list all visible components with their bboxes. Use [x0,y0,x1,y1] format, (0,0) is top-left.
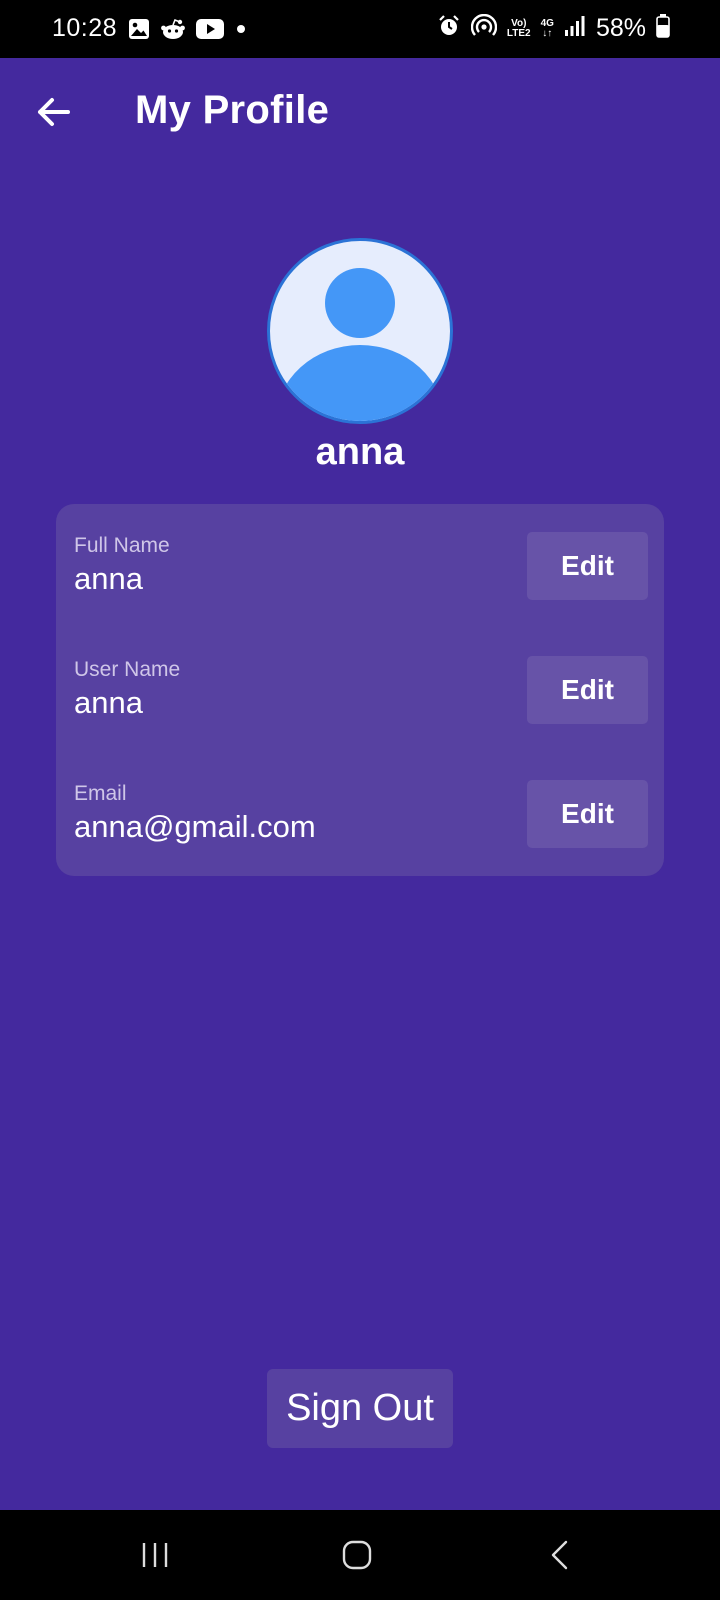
battery-percent: 58% [595,14,646,42]
system-nav-bar [0,1510,720,1600]
field-value: anna [74,561,143,596]
reddit-icon [160,18,186,45]
edit-email-button[interactable]: Edit [527,780,648,848]
notification-icons [128,18,248,45]
home-button[interactable] [327,1532,387,1578]
network-volte: Vo) [511,17,527,29]
status-bar: 10:28 Vo) LTE2 4G ↓↑ 58% [0,0,720,58]
back-nav-icon [551,1540,568,1570]
profile-avatar [267,238,453,424]
network-type: Vo) LTE2 [506,17,531,39]
sign-out-button[interactable]: Sign Out [267,1369,453,1448]
data-arrows-icon: ↓↑ [542,27,553,39]
youtube-icon [196,19,224,44]
profile-info-card: Full Name anna Edit User Name anna Edit … [56,504,664,876]
recent-apps-icon [142,1543,168,1567]
profile-screen: My Profile anna Full Name anna Edit User… [0,58,720,1510]
status-time: 10:28 [52,14,118,42]
back-nav-button[interactable] [529,1532,589,1578]
field-label: Full Name [74,534,170,557]
battery-icon [656,14,670,43]
user-avatar-icon [276,268,444,421]
signal-icon [564,15,586,42]
edit-full-name-button[interactable]: Edit [527,532,648,600]
field-value: anna@gmail.com [74,809,316,844]
field-label: User Name [74,658,181,681]
network-lte: LTE2 [506,27,531,39]
recent-apps-button[interactable] [125,1532,185,1578]
mobile-data-type: 4G [540,17,554,29]
field-full-name: Full Name anna [74,534,514,597]
dot-icon [234,22,248,41]
edit-user-name-button[interactable]: Edit [527,656,648,724]
page-title: My Profile [135,88,330,132]
arrow-left-icon [38,98,70,126]
field-value: anna [74,685,143,720]
display-name: anna [315,431,405,473]
image-icon [128,18,150,45]
home-icon [342,1540,372,1570]
field-label: Email [74,782,127,805]
alarm-icon [437,14,461,43]
hotspot-icon [470,13,498,43]
mobile-data: 4G ↓↑ [540,17,554,39]
back-button[interactable] [30,88,78,136]
system-status-icons: Vo) LTE2 4G ↓↑ 58% [437,13,670,43]
field-user-name: User Name anna [74,658,514,721]
field-email: Email anna@gmail.com [74,782,514,845]
